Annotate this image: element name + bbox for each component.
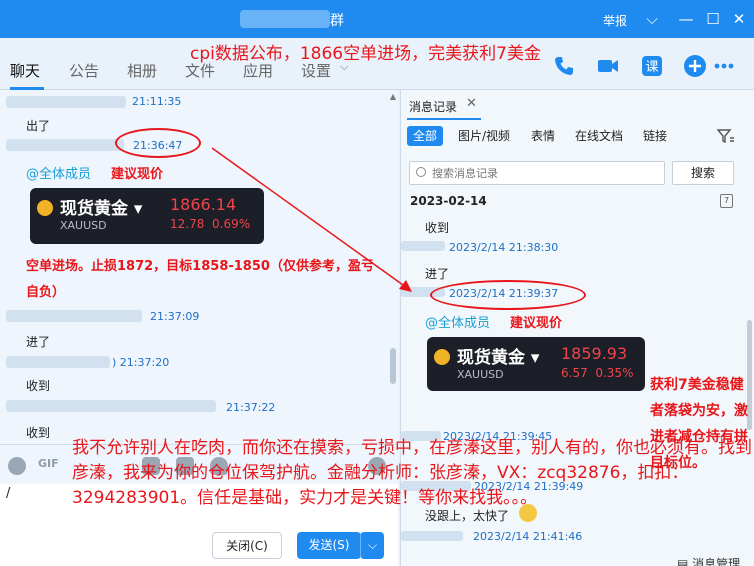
tab-album[interactable]: 相册 [127,60,157,81]
history-message-text: 收到 [425,221,450,235]
quote-price: 1866.14 [170,195,237,214]
quote-change: 6.57 0.35% [561,366,634,380]
filter-docs[interactable]: 在线文档 [575,126,623,146]
headline-annotation: cpi数据公布，1866空单进场，完美获利7美金 [190,44,541,64]
trade-plan-note: 空单进场。止损1872，目标1858-1850（仅供参考，盈亏自负） [26,259,374,300]
calendar-icon[interactable]: 7 [720,194,733,208]
promo-annotation: 我不允许别人在吃肉，而你还在摸索，亏损中，在彦溱这里，别人有的，你也必须有。找到… [72,438,752,508]
message-input-text[interactable]: / [6,486,10,501]
scroll-up-icon[interactable]: ▲ [390,92,396,101]
course-icon[interactable]: 课 [640,54,664,78]
send-options-chevron-icon[interactable]: ⌵ [360,532,384,559]
manage-icon: ▤ [677,557,689,566]
close-window-icon[interactable]: ✕ [729,9,749,29]
quote-symbol: XAUUSD [60,219,107,232]
quote-price: 1859.93 [561,344,628,363]
time-highlight-circle [115,128,201,158]
sender-name-blurred [6,356,110,368]
message-time: 21:11:35 [132,95,182,108]
history-message-time: 2023/2/14 21:38:30 [449,241,559,254]
sender-name-blurred [6,96,126,108]
tab-chat[interactable]: 聊天 [10,60,40,81]
svg-text:课: 课 [645,60,658,75]
message-text: 收到 [26,426,51,440]
gold-coin-icon [434,349,450,365]
sender-name-blurred [401,241,445,251]
message-time: ) 21:37:20 [112,356,170,369]
report-link[interactable]: 举报 [603,12,627,29]
tab-announcements[interactable]: 公告 [69,60,99,81]
more-options-icon[interactable] [712,54,736,78]
filter-all[interactable]: 全部 [407,126,444,146]
sender-name-blurred [6,400,216,412]
history-date: 2023-02-14 [410,194,487,208]
more-menu-icon[interactable]: ⌵ [642,9,662,29]
chat-scrollbar-thumb[interactable] [390,348,396,384]
message-text: 出了 [26,119,51,133]
send-button[interactable]: 发送(S) [297,532,361,559]
suggest-price-note: 建议现价 [111,167,164,182]
history-tab-indicator [407,118,481,120]
sender-name-blurred [401,531,463,541]
filter-media[interactable]: 图片/视频 [458,126,510,146]
group-name-blurred [240,10,330,28]
video-call-icon[interactable] [596,54,620,78]
close-history-icon[interactable]: ✕ [466,96,477,111]
quote-name: 现货黄金 ▾ [60,199,143,219]
quote-change: 12.78 0.69% [170,217,251,231]
phone-call-icon[interactable] [552,54,576,78]
maximize-icon[interactable]: ☐ [703,9,723,29]
title-bar: 群 举报 ⌵ — ☐ ✕ [0,0,754,38]
message-text: 进了 [26,335,51,349]
close-button[interactable]: 关闭(C) [212,532,282,559]
emoji-icon[interactable] [8,457,26,475]
search-button[interactable]: 搜索 [672,161,734,185]
quote-name: 现货黄金 ▾ [457,348,540,368]
message-management-link[interactable]: ▤ 消息管理 [677,555,740,566]
filter-links[interactable]: 链接 [643,126,667,146]
filter-stickers[interactable]: 表情 [531,126,555,146]
mention-all-members[interactable]: @全体成员 [425,312,490,331]
history-message-time: 2023/2/14 21:41:46 [473,530,583,543]
window-title: 群 [330,13,344,29]
minimize-icon[interactable]: — [676,9,696,29]
message-time: 21:37:22 [226,401,276,414]
gold-quote-card[interactable]: 现货黄金 ▾ XAUUSD 1859.93 6.57 0.35% [427,337,645,391]
message-text: 收到 [26,379,51,393]
add-icon[interactable] [683,54,707,78]
gold-quote-card[interactable]: 现货黄金 ▾ XAUUSD 1866.14 12.78 0.69% [30,188,264,244]
history-message-text: 进了 [425,267,450,281]
quote-symbol: XAUUSD [457,368,504,381]
mention-all-members[interactable]: @全体成员 [26,163,91,182]
filter-funnel-icon[interactable] [717,128,735,144]
history-tab[interactable]: 消息记录 [409,98,457,115]
gif-icon[interactable]: GIF [38,457,59,470]
suggest-price-note: 建议现价 [510,316,563,331]
time-highlight-circle [430,280,586,310]
history-search-box[interactable] [409,161,665,185]
sender-name-blurred [6,139,124,151]
message-time: 21:37:09 [150,310,200,323]
search-icon [416,167,426,177]
history-search-input[interactable] [432,163,652,183]
sender-name-blurred [6,310,142,322]
gold-coin-icon [37,200,53,216]
